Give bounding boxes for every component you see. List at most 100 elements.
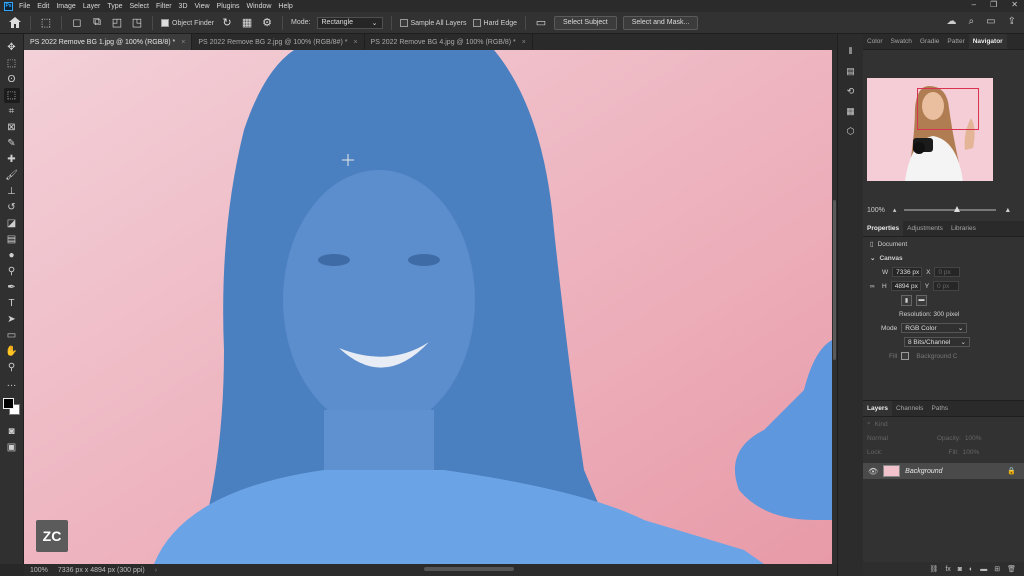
document-canvas[interactable] bbox=[24, 50, 832, 564]
select-and-mask-button[interactable]: Select and Mask... bbox=[622, 15, 699, 30]
crop-tool-icon[interactable]: ⌗ bbox=[4, 104, 20, 119]
add-to-selection-icon[interactable]: ⧉ bbox=[90, 16, 104, 30]
cloud-share-icon[interactable]: ☁ bbox=[947, 16, 957, 27]
landscape-orientation-icon[interactable]: ▬ bbox=[916, 294, 927, 306]
zoom-in-icon[interactable]: ▲ bbox=[1004, 207, 1011, 214]
tab-document-4[interactable]: PS 2022 Remove BG 4.jpg @ 100% (RGB/8) *… bbox=[365, 34, 533, 50]
document-info[interactable]: 7336 px x 4894 px (300 ppi) bbox=[58, 567, 145, 574]
feedback-icon[interactable]: ▭ bbox=[534, 16, 548, 30]
eye-icon[interactable]: 👁 bbox=[868, 467, 878, 476]
photoshop-logo[interactable]: Ps bbox=[4, 1, 13, 11]
lasso-tool-icon[interactable]: ʘ bbox=[4, 72, 20, 87]
menu-file[interactable]: File bbox=[19, 3, 30, 10]
screen-mode-icon[interactable]: ▣ bbox=[4, 440, 20, 455]
path-selection-tool-icon[interactable]: ➤ bbox=[4, 312, 20, 327]
mode-select[interactable]: Rectangle ⌄ bbox=[316, 16, 383, 29]
eraser-tool-icon[interactable]: ◪ bbox=[4, 216, 20, 231]
layer-fill-value[interactable]: 100% bbox=[963, 449, 980, 456]
more-tools-icon[interactable]: … bbox=[4, 376, 20, 391]
gear-icon[interactable]: ⚙ bbox=[260, 16, 274, 30]
navigator-view-box[interactable] bbox=[917, 88, 979, 130]
menu-help[interactable]: Help bbox=[278, 3, 292, 10]
marquee-tool-icon[interactable]: ⬚ bbox=[4, 56, 20, 71]
subtract-from-selection-icon[interactable]: ◰ bbox=[110, 16, 124, 30]
restore-button[interactable]: ❐ bbox=[990, 0, 997, 9]
history-brush-tool-icon[interactable]: ↺ bbox=[4, 200, 20, 215]
zoom-tool-icon[interactable]: ⚲ bbox=[4, 360, 20, 375]
tab-color[interactable]: Color bbox=[863, 34, 887, 49]
blur-tool-icon[interactable]: ● bbox=[4, 248, 20, 263]
portrait-orientation-icon[interactable]: ▮ bbox=[901, 294, 912, 306]
libraries-icon[interactable]: ⫴ bbox=[844, 44, 858, 58]
new-selection-icon[interactable]: ◻ bbox=[70, 16, 84, 30]
canvas-section-header[interactable]: ⌄ Canvas bbox=[863, 251, 1024, 265]
tab-channels[interactable]: Channels bbox=[892, 401, 927, 416]
menu-3d[interactable]: 3D bbox=[179, 3, 188, 10]
tab-paths[interactable]: Paths bbox=[927, 401, 952, 416]
tab-layers[interactable]: Layers bbox=[863, 401, 892, 416]
search-icon[interactable]: ⌕ bbox=[969, 16, 975, 27]
link-icon[interactable]: ∞ bbox=[870, 283, 878, 290]
healing-brush-tool-icon[interactable]: ✚ bbox=[4, 152, 20, 167]
comments-icon[interactable]: ▤ bbox=[844, 64, 858, 78]
move-tool-icon[interactable]: ✥ bbox=[4, 40, 20, 55]
menu-plugins[interactable]: Plugins bbox=[217, 3, 240, 10]
foreground-color-swatch[interactable] bbox=[2, 398, 14, 409]
tab-document-2[interactable]: PS 2022 Remove BG 2.jpg @ 100% (RGB/8#) … bbox=[192, 34, 365, 50]
close-icon[interactable]: × bbox=[353, 39, 357, 46]
hard-edge-checkbox[interactable]: Hard Edge bbox=[472, 18, 517, 27]
quick-mask-icon[interactable]: ◙ bbox=[4, 424, 20, 439]
gradient-tool-icon[interactable]: ▤ bbox=[4, 232, 20, 247]
navigator-thumbnail[interactable] bbox=[867, 78, 993, 181]
pen-tool-icon[interactable]: ✒ bbox=[4, 280, 20, 295]
blend-mode-select[interactable]: Normal bbox=[867, 435, 933, 442]
eyedropper-tool-icon[interactable]: ✎ bbox=[4, 136, 20, 151]
home-icon[interactable] bbox=[8, 16, 22, 30]
menu-select[interactable]: Select bbox=[130, 3, 149, 10]
tab-properties[interactable]: Properties bbox=[863, 221, 904, 236]
tab-patterns[interactable]: Patter bbox=[943, 34, 968, 49]
brush-tool-icon[interactable]: 🖌 bbox=[4, 168, 20, 183]
menu-view[interactable]: View bbox=[195, 3, 210, 10]
close-icon[interactable]: × bbox=[522, 39, 526, 46]
fx-icon[interactable]: fx bbox=[945, 566, 950, 573]
close-icon[interactable]: × bbox=[181, 39, 185, 46]
tab-gradients[interactable]: Gradie bbox=[916, 34, 944, 49]
actions-icon[interactable]: ▦ bbox=[844, 104, 858, 118]
color-swatches[interactable] bbox=[2, 398, 21, 416]
scrollbar-thumb[interactable] bbox=[833, 200, 836, 360]
menu-image[interactable]: Image bbox=[56, 3, 75, 10]
link-layers-icon[interactable]: ⛓ bbox=[929, 565, 938, 573]
fill-value[interactable]: Background C bbox=[916, 353, 957, 360]
chevron-right-icon[interactable]: › bbox=[155, 567, 157, 574]
object-selection-tool-icon[interactable]: ⬚ bbox=[3, 88, 20, 103]
dodge-tool-icon[interactable]: ⚲ bbox=[4, 264, 20, 279]
minimize-button[interactable]: – bbox=[972, 0, 976, 9]
add-mask-icon[interactable]: ◙ bbox=[958, 566, 962, 573]
color-mode-select[interactable]: RGB Color ⌄ bbox=[901, 323, 968, 333]
y-field[interactable]: 0 px bbox=[933, 281, 960, 291]
object-selection-tool-preset-icon[interactable]: ⬚ bbox=[39, 16, 53, 30]
layer-name[interactable]: Background bbox=[905, 468, 942, 475]
bit-depth-select[interactable]: 8 Bits/Channel ⌄ bbox=[904, 337, 970, 347]
new-group-icon[interactable]: ▬ bbox=[980, 566, 987, 573]
navigator-zoom-value[interactable]: 100% bbox=[867, 207, 885, 214]
menu-filter[interactable]: Filter bbox=[156, 3, 172, 10]
tab-adjustments[interactable]: Adjustments bbox=[903, 221, 947, 236]
menu-layer[interactable]: Layer bbox=[83, 3, 101, 10]
adjustment-layer-icon[interactable]: ◐ bbox=[969, 566, 973, 573]
close-button[interactable]: ✕ bbox=[1011, 0, 1018, 9]
tab-document-1[interactable]: PS 2022 Remove BG 1.jpg @ 100% (RGB/8) *… bbox=[24, 34, 193, 50]
rectangle-tool-icon[interactable]: ▭ bbox=[4, 328, 20, 343]
fill-swatch[interactable] bbox=[901, 352, 910, 360]
refresh-icon[interactable]: ↻ bbox=[220, 16, 234, 30]
intersect-selection-icon[interactable]: ◳ bbox=[130, 16, 144, 30]
tab-navigator[interactable]: Navigator bbox=[968, 34, 1007, 49]
frame-tool-icon[interactable]: ⊠ bbox=[4, 120, 20, 135]
opacity-value[interactable]: 100% bbox=[965, 435, 982, 442]
kind-filter[interactable]: Kind bbox=[875, 421, 888, 428]
zoom-level[interactable]: 100% bbox=[30, 567, 48, 574]
zoom-out-icon[interactable]: ▴ bbox=[893, 206, 897, 214]
menu-edit[interactable]: Edit bbox=[37, 3, 49, 10]
show-all-objects-icon[interactable]: ▦ bbox=[240, 16, 254, 30]
